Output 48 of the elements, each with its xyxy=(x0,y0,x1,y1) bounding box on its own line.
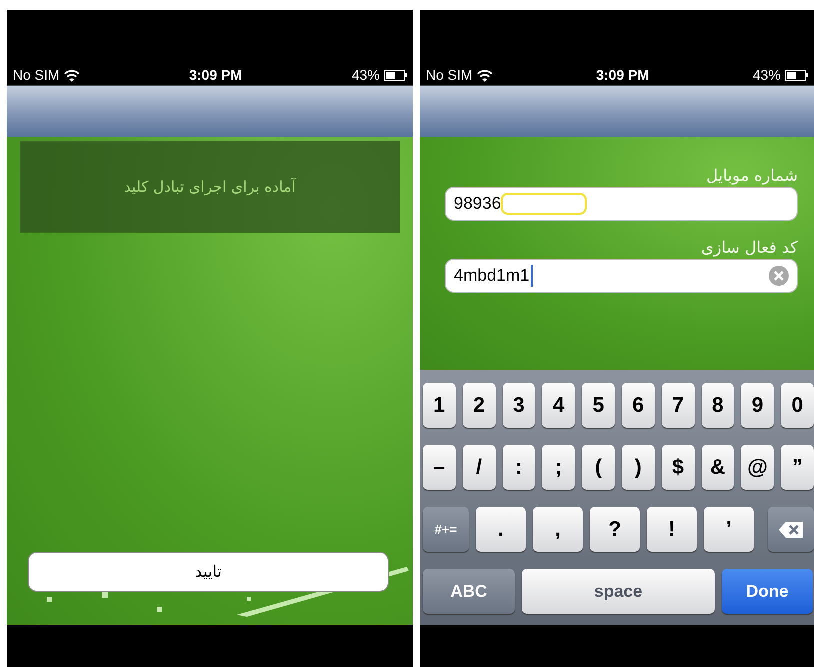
battery-percent: 43% xyxy=(352,66,380,84)
done-key[interactable]: Done xyxy=(722,569,813,614)
field-label: شماره موبایل xyxy=(706,165,798,187)
backspace-key[interactable] xyxy=(768,507,814,552)
keyboard-key[interactable]: / xyxy=(462,445,496,490)
keyboard-key[interactable]: ; xyxy=(542,445,576,490)
keyboard-key[interactable]: 7 xyxy=(662,383,695,428)
message-panel: آماده برای اجرای تبادل کلید xyxy=(20,141,400,233)
space-key[interactable]: space xyxy=(522,569,715,614)
backspace-icon xyxy=(779,522,803,538)
keyboard-key[interactable]: ( xyxy=(582,445,615,490)
carrier-label: No SIM xyxy=(426,66,473,84)
keyboard-key[interactable]: , xyxy=(533,507,583,552)
keyboard-key[interactable]: & xyxy=(702,445,734,490)
activation-code-field[interactable]: 4mbd1m1 xyxy=(445,259,798,293)
field-label: کد فعال سازی xyxy=(700,237,798,259)
keyboard-key[interactable]: 3 xyxy=(502,383,536,428)
keyboard-key[interactable]: 5 xyxy=(582,383,615,428)
carrier-label: No SIM xyxy=(13,66,60,84)
keyboard-key[interactable]: 4 xyxy=(542,383,576,428)
keyboard-key[interactable]: 1 xyxy=(423,383,456,428)
wifi-icon xyxy=(476,68,493,82)
keyboard-key[interactable]: ) xyxy=(622,445,655,490)
keyboard-key[interactable]: 6 xyxy=(622,383,655,428)
keyboard-key[interactable]: @ xyxy=(741,445,774,490)
confirm-button[interactable]: تایید xyxy=(28,552,389,592)
keyboard-key[interactable]: 9 xyxy=(741,383,774,428)
keyboard-key[interactable]: $ xyxy=(662,445,695,490)
keyboard-key[interactable]: ’ xyxy=(704,507,754,552)
keyboard-key[interactable]: . xyxy=(476,507,526,552)
keyboard-key[interactable]: – xyxy=(423,445,456,490)
keyboard-key[interactable]: 2 xyxy=(462,383,496,428)
text-cursor xyxy=(530,265,533,287)
clock-time: 3:09 PM xyxy=(189,66,242,84)
keyboard-key[interactable]: ! xyxy=(647,507,697,552)
keyboard-key[interactable]: #+= xyxy=(423,507,469,552)
clock-time: 3:09 PM xyxy=(596,66,650,84)
battery-icon xyxy=(384,70,407,80)
wifi-icon xyxy=(64,68,80,82)
keyboard-key[interactable]: 8 xyxy=(702,383,734,428)
keyboard-key[interactable]: ? xyxy=(590,507,640,552)
phone-number-field[interactable]: 98936 xyxy=(445,187,798,221)
battery-percent: 43% xyxy=(752,66,781,84)
keyboard-key[interactable]: : xyxy=(502,445,536,490)
keyboard-key[interactable]: 0 xyxy=(781,383,814,428)
battery-icon xyxy=(784,70,808,80)
keyboard-key[interactable]: ” xyxy=(781,445,814,490)
keyboard-key[interactable]: ABC xyxy=(423,569,515,614)
